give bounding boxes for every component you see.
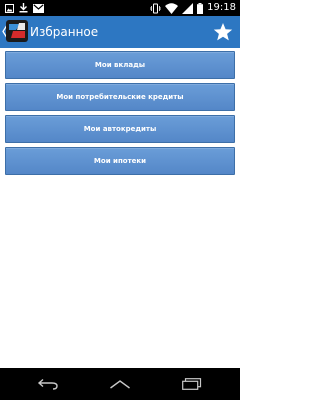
battery-icon [197,2,204,14]
system-icons: 19:18 [150,1,236,15]
app-logo-icon[interactable] [6,20,28,42]
status-bar: 19:18 [0,0,240,16]
back-icon [37,378,58,390]
back-button[interactable] [24,368,72,400]
my-mortgages-button[interactable]: Мои ипотеки [5,147,235,175]
wifi-icon [165,2,179,14]
notification-icons [5,3,49,13]
page-title: Избранное [30,25,99,39]
home-icon [110,380,130,389]
my-deposits-button[interactable]: Мои вклады [5,51,235,79]
recents-icon [182,378,202,390]
signal-icon [182,2,194,14]
my-car-loans-button[interactable]: Мои автокредиты [5,115,235,143]
image-notification-icon [5,3,14,13]
recents-button[interactable] [168,368,216,400]
my-consumer-loans-button[interactable]: Мои потребительские кредиты [5,83,235,111]
status-time: 19:18 [207,2,236,13]
gmail-notification-icon [33,3,44,13]
action-bar: Избранное [0,16,240,48]
home-button[interactable] [96,368,144,400]
download-notification-icon [19,3,28,13]
favorites-menu: Мои вклады Мои потребительские кредиты М… [5,51,235,179]
vibrate-icon [150,3,162,13]
star-icon[interactable] [213,22,233,42]
navigation-bar [0,368,240,400]
